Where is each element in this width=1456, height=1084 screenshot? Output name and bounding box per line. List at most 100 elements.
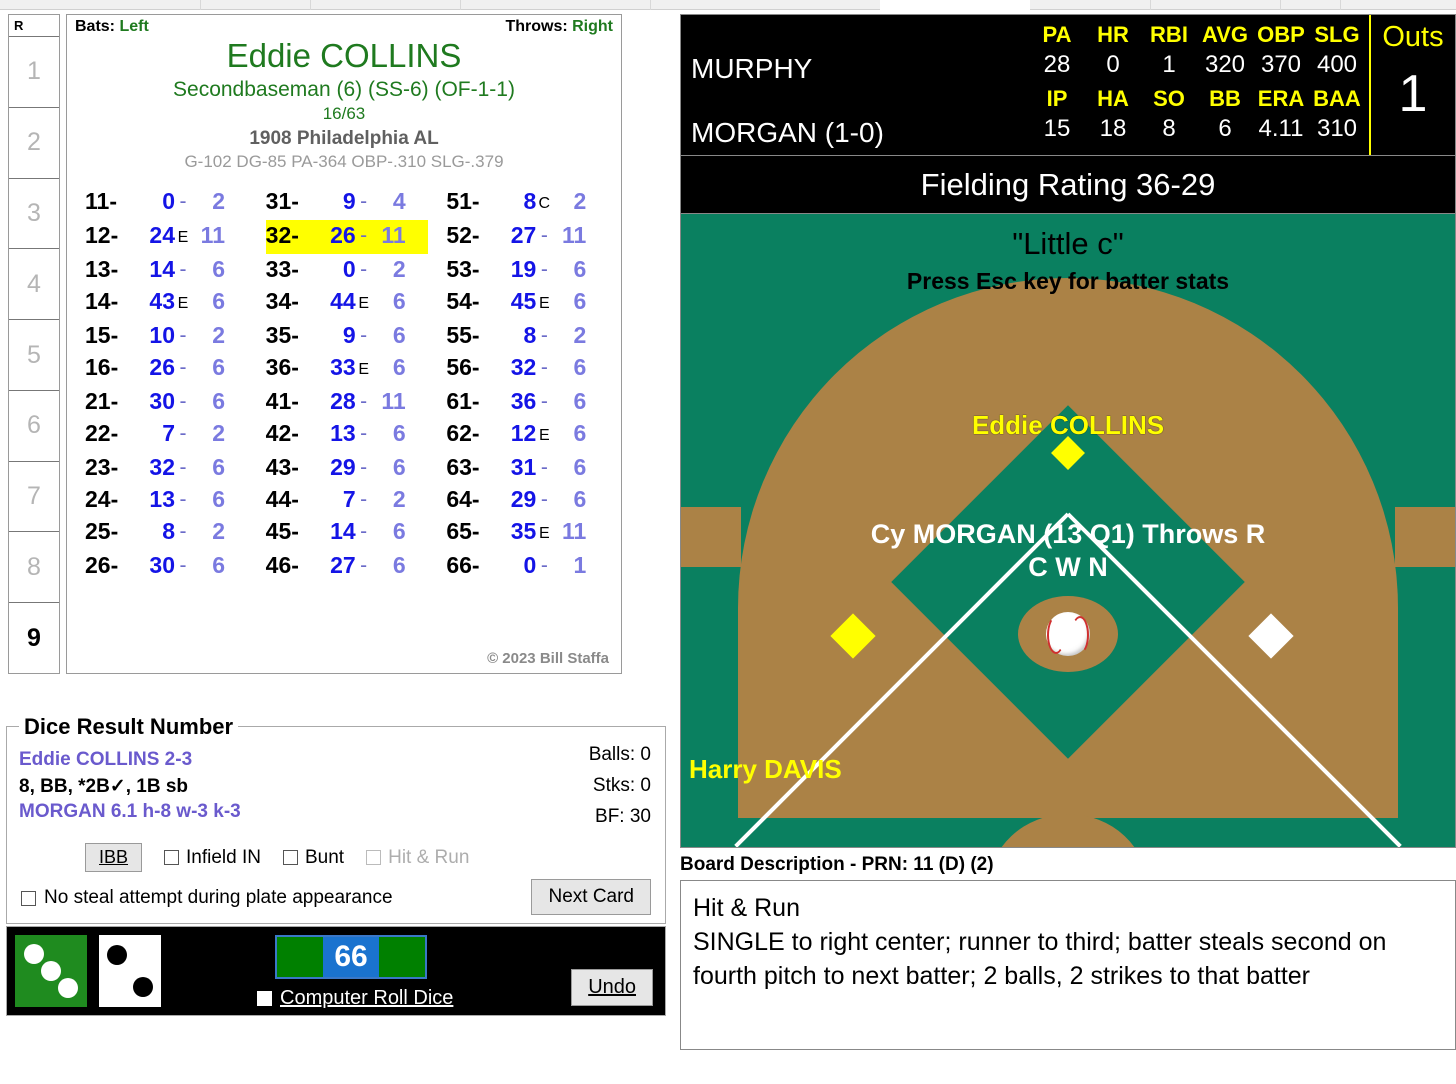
card-result-cell[interactable]: 41- 28-11 [266, 386, 429, 418]
inning-cell[interactable]: 3 [9, 179, 59, 250]
card-result-cell[interactable]: 53- 19- 6 [446, 254, 609, 286]
throws-label: Throws: [505, 18, 568, 35]
computer-roll-dice-checkbox[interactable]: Computer Roll Dice [257, 987, 453, 1010]
stat-header: SO [1153, 86, 1185, 111]
inning-cell[interactable]: 1 [9, 37, 59, 108]
result-marker: - [179, 390, 187, 413]
next-card-button[interactable]: Next Card [531, 879, 651, 915]
no-steal-checkbox[interactable]: No steal attempt during plate appearance [21, 887, 393, 909]
result-marker: - [179, 554, 187, 577]
card-result-cell[interactable]: 36- 33 E 6 [266, 352, 429, 386]
result-secondary: 6 [212, 288, 225, 314]
result-primary: 9 [342, 322, 356, 348]
result-primary: 27 [330, 552, 356, 578]
inning-column[interactable]: R 1 2 3 4 5 6 7 8 9 [8, 14, 60, 674]
result-secondary: 2 [212, 420, 225, 446]
board-description-box: Hit & Run SINGLE to right center; runner… [680, 880, 1456, 1050]
card-result-cell[interactable]: 46- 27- 6 [266, 550, 429, 582]
card-result-cell[interactable]: 56- 32- 6 [446, 352, 609, 386]
card-result-cell[interactable]: 13- 14- 6 [85, 254, 248, 286]
checkbox-box [257, 991, 272, 1006]
result-marker: - [360, 456, 368, 479]
card-result-cell[interactable]: 11- 0- 2 [85, 186, 248, 220]
card-result-grid[interactable]: 11- 0-2 31- 9-4 51- 8 C 2 12- 24 E 11 32- 26-11 52- 27-… [67, 186, 621, 582]
card-result-cell[interactable]: 26- 30- 6 [85, 550, 248, 582]
stat-header: RBI [1150, 22, 1188, 47]
inning-cell[interactable]: 5 [9, 320, 59, 391]
card-result-cell[interactable]: 62- 12 E 6 [446, 418, 609, 452]
inning-cell[interactable]: 2 [9, 108, 59, 179]
result-primary: 24 [149, 222, 175, 248]
player-card[interactable]: Bats: Left Throws: Right Eddie COLLINS S… [66, 14, 622, 674]
card-result-cell[interactable]: 33- 0- 2 [266, 254, 429, 286]
card-result-cell[interactable]: 51- 8 C 2 [446, 186, 609, 220]
undo-button[interactable]: Undo [571, 969, 653, 1006]
result-marker: E [538, 525, 550, 542]
card-result-cell[interactable]: 12- 24 E 11 [85, 220, 248, 254]
roll-result-field[interactable]: 66 [275, 935, 427, 979]
inning-cell[interactable]: 6 [9, 391, 59, 462]
card-result-cell[interactable]: 64- 29- 6 [446, 484, 609, 516]
result-marker: - [179, 488, 187, 511]
card-result-cell[interactable]: 43- 29- 6 [266, 452, 429, 484]
result-marker: - [360, 258, 368, 281]
result-primary: 29 [510, 486, 537, 512]
bunt-checkbox[interactable]: Bunt [283, 847, 344, 869]
card-result-cell[interactable]: 21- 30- 6 [85, 386, 248, 418]
card-result-cell[interactable]: 24- 13- 6 [85, 484, 248, 516]
pitcher-stats-grid: IP HA SO BB ERA BAA 15 18 8 6 4.11 310 [1029, 85, 1365, 145]
result-primary: 33 [330, 354, 356, 380]
result-primary: 14 [149, 256, 175, 282]
card-result-cell[interactable]: 61- 36- 6 [446, 386, 609, 418]
result-key: 62- [446, 420, 480, 446]
card-result-cell[interactable]: 52- 27-11 [446, 220, 609, 254]
card-result-cell[interactable]: 14- 43 E 6 [85, 286, 248, 320]
card-result-cell[interactable]: 42- 13- 6 [266, 418, 429, 452]
card-result-cell[interactable]: 54- 45 E 6 [446, 286, 609, 320]
app-root: R 1 2 3 4 5 6 7 8 9 Bats: Left Throws: R… [0, 0, 1456, 1084]
result-marker: - [360, 324, 368, 347]
card-result-cell[interactable]: 66- 0- 1 [446, 550, 609, 582]
inning-cell[interactable]: 7 [9, 462, 59, 533]
card-number: 16/63 [322, 104, 366, 123]
baseball-field[interactable]: "Little c" Press Esc key for batter stat… [680, 214, 1456, 848]
ibb-button[interactable]: IBB [85, 843, 143, 872]
stat-value: 370 [1260, 51, 1302, 78]
result-primary: 29 [330, 454, 356, 480]
card-result-cell[interactable]: 45- 14- 6 [266, 516, 429, 550]
green-die[interactable] [15, 935, 87, 1007]
result-key: 42- [265, 420, 299, 446]
result-primary: 30 [149, 388, 175, 414]
card-result-cell[interactable]: 16- 26- 6 [85, 352, 248, 386]
stat-header: HR [1097, 22, 1129, 47]
card-result-cell[interactable]: 44- 7- 2 [266, 484, 429, 516]
card-result-cell[interactable]: 55- 8- 2 [446, 320, 609, 352]
result-marker: - [540, 324, 548, 347]
card-result-cell[interactable]: 63- 31- 6 [446, 452, 609, 484]
result-secondary: 2 [212, 518, 225, 544]
infield-in-label: Infield IN [186, 846, 261, 868]
result-marker: - [360, 554, 368, 577]
inning-cell[interactable]: 8 [9, 532, 59, 604]
card-result-cell[interactable]: 32- 26-11 [265, 220, 429, 254]
card-result-cell[interactable]: 23- 32- 6 [85, 452, 248, 484]
white-die[interactable] [99, 935, 161, 1007]
result-key: 14- [85, 288, 119, 314]
inning-cell-current[interactable]: 9 [9, 603, 59, 673]
card-result-cell[interactable]: 34- 44 E 6 [266, 286, 429, 320]
result-secondary: 6 [573, 420, 587, 446]
result-key: 66- [446, 552, 480, 578]
card-result-cell[interactable]: 65- 35 E 11 [446, 516, 609, 550]
card-result-cell[interactable]: 22- 7- 2 [85, 418, 248, 452]
scoreboard-stats: MURPHY MORGAN (1-0) PA HR RBI AVG OBP SLG 28 0 1… [680, 14, 1456, 156]
card-result-cell[interactable]: 35- 9- 6 [266, 320, 429, 352]
result-marker: - [540, 258, 548, 281]
inning-cell[interactable]: 4 [9, 249, 59, 321]
card-result-cell[interactable]: 15- 10- 2 [85, 320, 248, 352]
result-secondary: 2 [212, 322, 225, 348]
infield-in-checkbox[interactable]: Infield IN [164, 847, 261, 869]
card-result-cell[interactable]: 31- 9- 4 [266, 186, 429, 220]
strikes-count: Stks: 0 [592, 775, 651, 796]
card-result-cell[interactable]: 25- 8- 2 [85, 516, 248, 550]
next-card-label: Next Card [548, 886, 634, 907]
